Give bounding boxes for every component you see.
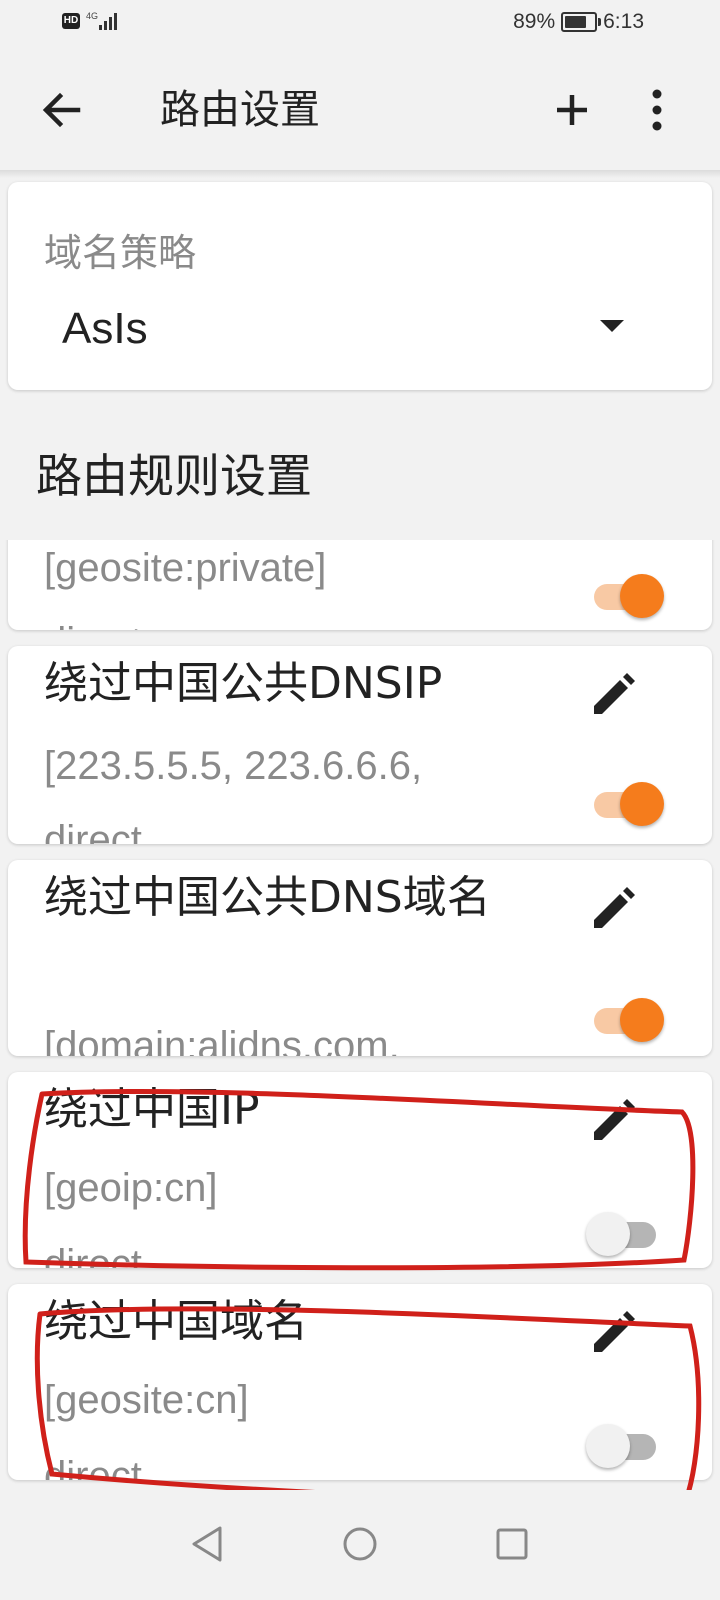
app-toolbar: 路由设置 (0, 52, 720, 170)
rule-detail: [geosite:private] (44, 546, 327, 590)
rule-detail: [domain:alidns.com, (44, 1024, 400, 1056)
clock: 6:13 (603, 10, 644, 33)
nav-recents-button[interactable] (488, 1520, 536, 1568)
domain-strategy-label: 域名策略 (44, 231, 197, 275)
rule-enable-switch[interactable] (586, 1210, 666, 1256)
pencil-icon (594, 887, 635, 928)
arrow-left-icon (42, 92, 81, 128)
rule-title: 绕过中国公共DNS域名 (44, 872, 491, 923)
nav-recents-icon (496, 1528, 528, 1560)
rule-detail: [223.5.5.5, 223.6.6.6, (44, 744, 423, 788)
network-type: 4G (86, 10, 99, 21)
rule-target: direct (44, 818, 142, 844)
rule-card[interactable]: [geosite:private] direct (8, 540, 712, 630)
status-left: HD 4G (62, 10, 119, 30)
rule-enable-switch[interactable] (586, 780, 666, 826)
rule-card[interactable]: 绕过中国域名 [geosite:cn] direct (8, 1284, 712, 1480)
nav-back-icon (192, 1526, 222, 1562)
dropdown-arrow-icon[interactable] (598, 318, 626, 334)
add-rule-button[interactable] (544, 82, 600, 138)
rule-title: 绕过中国公共DNSIP (44, 658, 443, 709)
system-nav-bar (0, 1490, 720, 1600)
rule-detail: [geosite:cn] (44, 1378, 249, 1422)
nav-home-button[interactable] (336, 1520, 384, 1568)
more-options-button[interactable] (640, 82, 680, 138)
more-vert-icon (652, 89, 662, 131)
rule-enable-switch[interactable] (586, 996, 666, 1042)
edit-rule-button[interactable] (584, 668, 640, 724)
rule-detail: [geoip:cn] (44, 1166, 218, 1210)
nav-home-icon (343, 1527, 377, 1561)
battery-icon (561, 12, 602, 32)
status-right: 89% 6:13 (513, 10, 644, 34)
plus-icon (557, 95, 587, 125)
signal-icon (99, 12, 119, 30)
domain-strategy-select[interactable]: AsIs (62, 304, 148, 354)
battery-level (565, 16, 587, 28)
rule-card[interactable]: 绕过中国公共DNSIP [223.5.5.5, 223.6.6.6, direc… (8, 646, 712, 844)
rule-target: direct (44, 618, 142, 630)
rule-card[interactable]: 绕过中国公共DNS域名 [domain:alidns.com, (8, 860, 712, 1056)
battery-percent: 89% (513, 10, 556, 33)
page-title: 路由设置 (160, 87, 320, 133)
rule-title: 绕过中国域名 (44, 1296, 308, 1347)
back-button[interactable] (34, 82, 90, 138)
domain-strategy-card[interactable]: 域名策略 AsIs (8, 182, 712, 390)
edit-rule-button[interactable] (584, 1094, 640, 1150)
toolbar-shadow (0, 170, 720, 178)
rule-target: direct (44, 1242, 142, 1268)
routing-rules-section-title: 路由规则设置 (36, 449, 312, 503)
nav-back-button[interactable] (184, 1520, 232, 1568)
hd-badge: HD (62, 13, 80, 29)
edit-rule-button[interactable] (584, 1306, 640, 1362)
rule-card[interactable]: 绕过中国IP [geoip:cn] direct (8, 1072, 712, 1268)
pencil-icon (594, 1099, 635, 1140)
routing-rules-list[interactable]: [geosite:private] direct 绕过中国公共DNSIP [22… (0, 540, 720, 1514)
rule-target: direct (44, 1454, 142, 1480)
rule-enable-switch[interactable] (586, 572, 666, 618)
status-bar: HD 4G 89% 6:13 (0, 0, 720, 52)
rule-enable-switch[interactable] (586, 1422, 666, 1468)
pencil-icon (594, 1311, 635, 1352)
rule-title: 绕过中国IP (44, 1084, 260, 1135)
edit-rule-button[interactable] (584, 882, 640, 938)
pencil-icon (594, 673, 635, 714)
